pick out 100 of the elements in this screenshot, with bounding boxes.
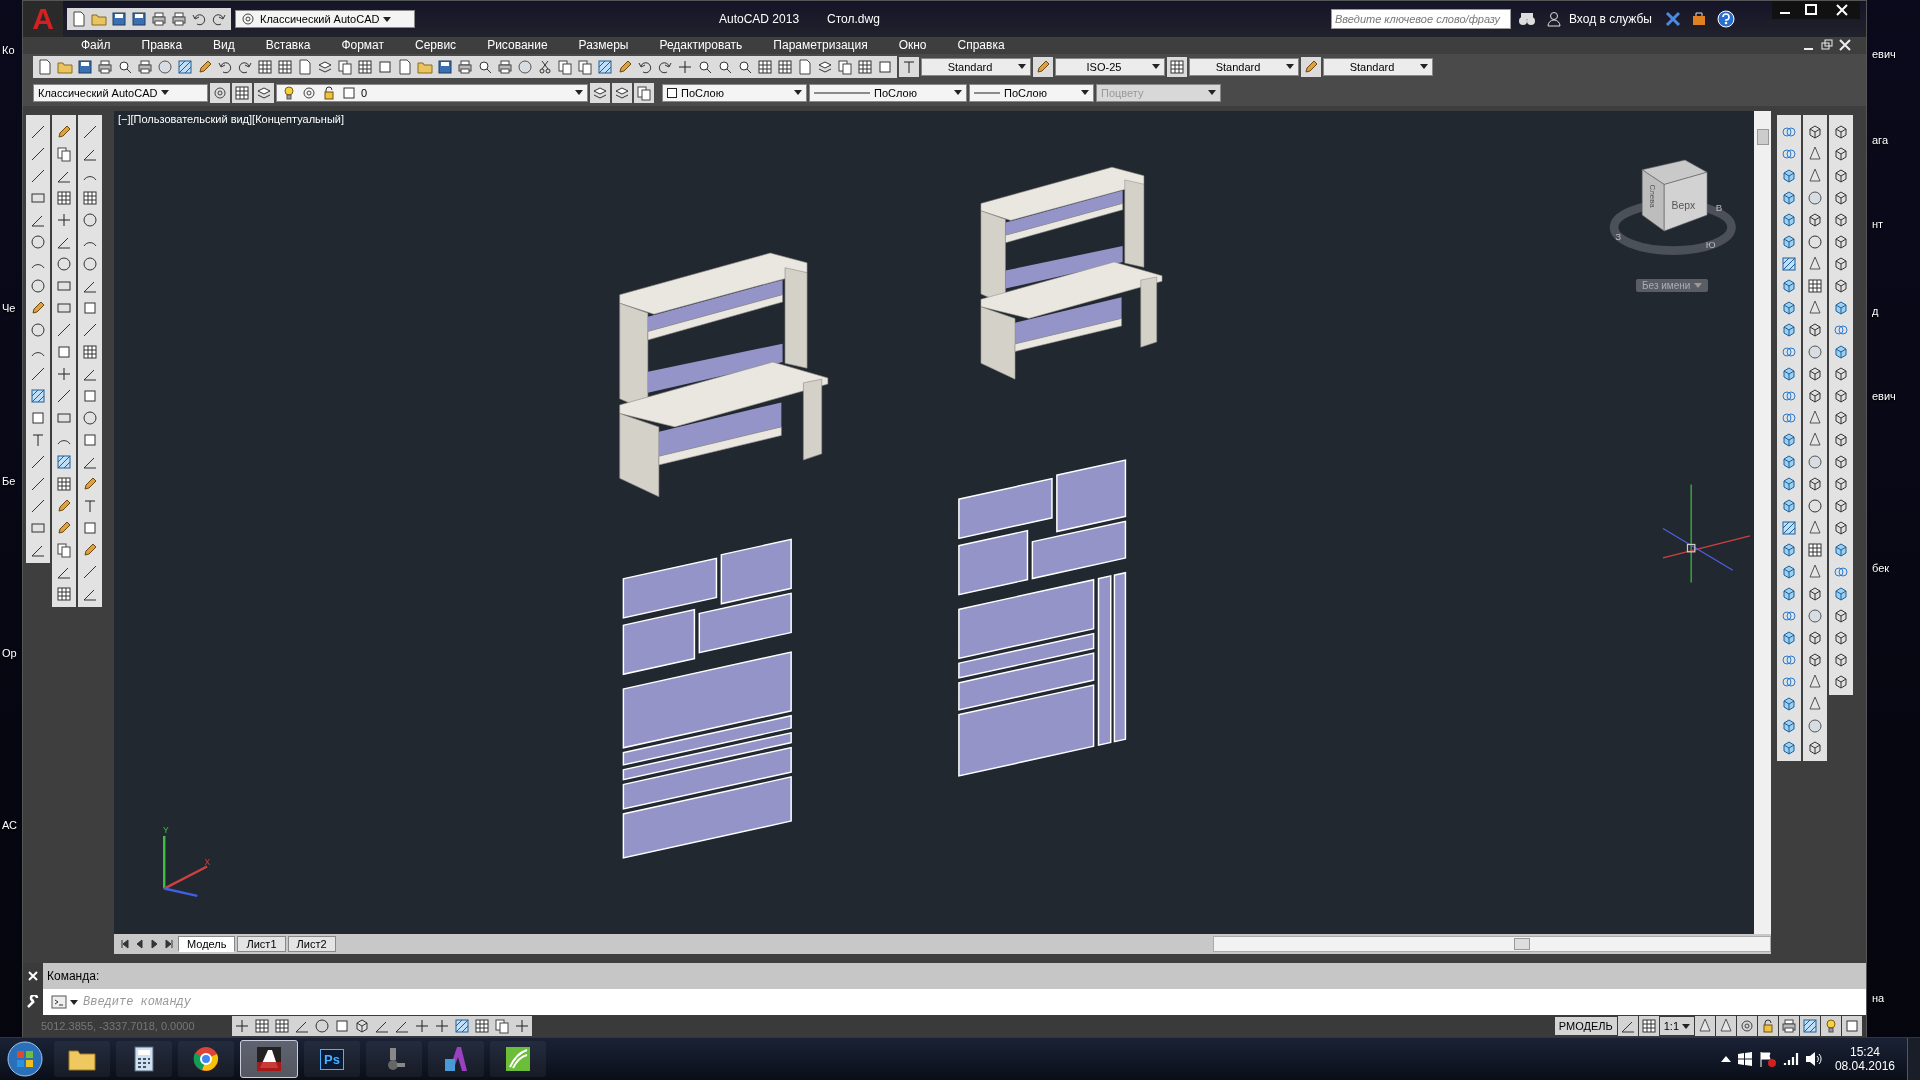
annotation-scale-button[interactable]: 1:1 [1659, 1017, 1694, 1036]
desktop-icon-label[interactable]: АС [2, 819, 18, 831]
cube-icon[interactable] [1781, 541, 1797, 558]
lineweight-dropdown[interactable]: ПоСлою [969, 83, 1094, 102]
cube-icon[interactable] [1781, 629, 1797, 646]
cube-icon[interactable] [1833, 211, 1849, 228]
printer-icon[interactable] [497, 58, 513, 75]
grid-icon[interactable] [257, 58, 273, 75]
cube-icon[interactable] [1781, 585, 1797, 602]
line-icon[interactable] [82, 321, 98, 338]
hatch-icon[interactable] [454, 1018, 470, 1035]
cube-icon[interactable] [1781, 717, 1797, 734]
linetype-dropdown[interactable]: ПоСлою [809, 83, 967, 102]
line-icon[interactable] [82, 123, 98, 140]
cone-icon[interactable] [1807, 145, 1823, 162]
cube-icon[interactable] [1781, 233, 1797, 250]
cube-icon[interactable] [1781, 497, 1797, 514]
line-icon[interactable] [30, 123, 46, 140]
cube-icon[interactable] [1807, 739, 1823, 756]
grid-icon[interactable] [277, 58, 293, 75]
menu-item[interactable]: Размеры [564, 38, 642, 53]
cube-icon[interactable] [1807, 475, 1823, 492]
grid-icon[interactable] [1807, 277, 1823, 294]
cone-icon[interactable] [1807, 431, 1823, 448]
desktop-icon-label[interactable]: евич [1872, 390, 1896, 402]
layout-tab[interactable]: Лист1 [237, 935, 286, 952]
circle-icon[interactable] [30, 321, 46, 338]
cube-icon[interactable] [1833, 541, 1849, 558]
desktop-icon-label[interactable]: нт [1872, 218, 1884, 230]
grid-icon[interactable] [757, 58, 773, 75]
square-icon[interactable] [82, 299, 98, 316]
grid-icon[interactable] [82, 343, 98, 360]
taskbar-app-button[interactable] [116, 1041, 172, 1077]
document-icon[interactable] [297, 58, 313, 75]
printer-icon[interactable] [137, 58, 153, 75]
style-dropdown[interactable]: Standard [1189, 57, 1299, 76]
magnifier-icon[interactable] [697, 58, 713, 75]
cube-icon[interactable] [1833, 167, 1849, 184]
cone-icon[interactable] [1807, 673, 1823, 690]
menu-item[interactable]: Рисование [473, 38, 561, 53]
pencil-icon[interactable] [56, 519, 72, 536]
menu-item[interactable]: Правка [127, 38, 196, 53]
grid-icon[interactable] [1169, 58, 1185, 75]
last-page-icon[interactable] [164, 938, 175, 949]
desktop-icon-label[interactable]: евич [1872, 48, 1896, 60]
pencil-icon[interactable] [1035, 58, 1051, 75]
layout-tab[interactable]: Модель [178, 935, 236, 952]
save-icon[interactable] [437, 58, 453, 75]
grid-icon[interactable] [254, 1018, 270, 1035]
cube-icon[interactable] [1833, 585, 1849, 602]
restore-icon[interactable] [1820, 39, 1834, 52]
menu-item[interactable]: Параметризация [759, 38, 881, 53]
square-icon[interactable] [82, 431, 98, 448]
sphere-icon[interactable] [1807, 453, 1823, 470]
layout-tab[interactable]: Лист2 [287, 935, 336, 952]
document-icon[interactable] [37, 58, 53, 75]
text-tool-icon[interactable] [82, 497, 98, 514]
line-icon[interactable] [30, 167, 46, 184]
crosshair-icon[interactable] [514, 1018, 530, 1035]
line-icon[interactable] [30, 365, 46, 382]
cone-icon[interactable] [1697, 1018, 1713, 1035]
cube-icon[interactable] [1781, 321, 1797, 338]
save-icon[interactable] [131, 11, 147, 27]
cube-icon[interactable] [1781, 277, 1797, 294]
text-tool-icon[interactable] [901, 58, 917, 75]
crosshair-icon[interactable] [434, 1018, 450, 1035]
cone-icon[interactable] [1807, 695, 1823, 712]
pencil-icon[interactable] [82, 541, 98, 558]
copy-icon[interactable] [56, 145, 72, 162]
pencil-icon[interactable] [30, 299, 46, 316]
menu-item[interactable]: Файл [67, 38, 124, 53]
grid-icon[interactable] [56, 585, 72, 602]
hatch-icon[interactable] [1802, 1018, 1818, 1035]
square-icon[interactable] [334, 1018, 350, 1035]
taskbar-app-button[interactable] [240, 1040, 298, 1078]
cube-icon[interactable] [1833, 299, 1849, 316]
copy-icon[interactable] [577, 58, 593, 75]
printer-icon[interactable] [171, 11, 187, 27]
circle-icon[interactable] [82, 409, 98, 426]
model-space-button[interactable]: РМОДЕЛЬ [1554, 1017, 1617, 1036]
grid-icon[interactable] [474, 1018, 490, 1035]
taskbar-app-button[interactable] [428, 1041, 484, 1077]
cube-icon[interactable] [1807, 365, 1823, 382]
horizontal-scrollbar[interactable] [1213, 935, 1771, 952]
cube-icon[interactable] [1807, 629, 1823, 646]
circle-icon[interactable] [82, 255, 98, 272]
cone-icon[interactable] [1807, 519, 1823, 536]
cone-icon[interactable] [1807, 563, 1823, 580]
cube-icon[interactable] [1833, 519, 1849, 536]
copy-icon[interactable] [837, 58, 853, 75]
gear-icon[interactable] [1739, 1018, 1755, 1035]
sphere-icon[interactable] [1807, 343, 1823, 360]
square-icon[interactable] [877, 58, 893, 75]
taskbar-app-button[interactable]: Ps [304, 1041, 360, 1077]
cube-icon[interactable] [1833, 673, 1849, 690]
document-icon[interactable] [71, 11, 87, 27]
desktop-icon-label[interactable]: на [1872, 992, 1885, 1004]
menu-item[interactable]: Справка [943, 38, 1018, 53]
grid-icon[interactable] [56, 189, 72, 206]
cube-icon[interactable] [354, 1018, 370, 1035]
